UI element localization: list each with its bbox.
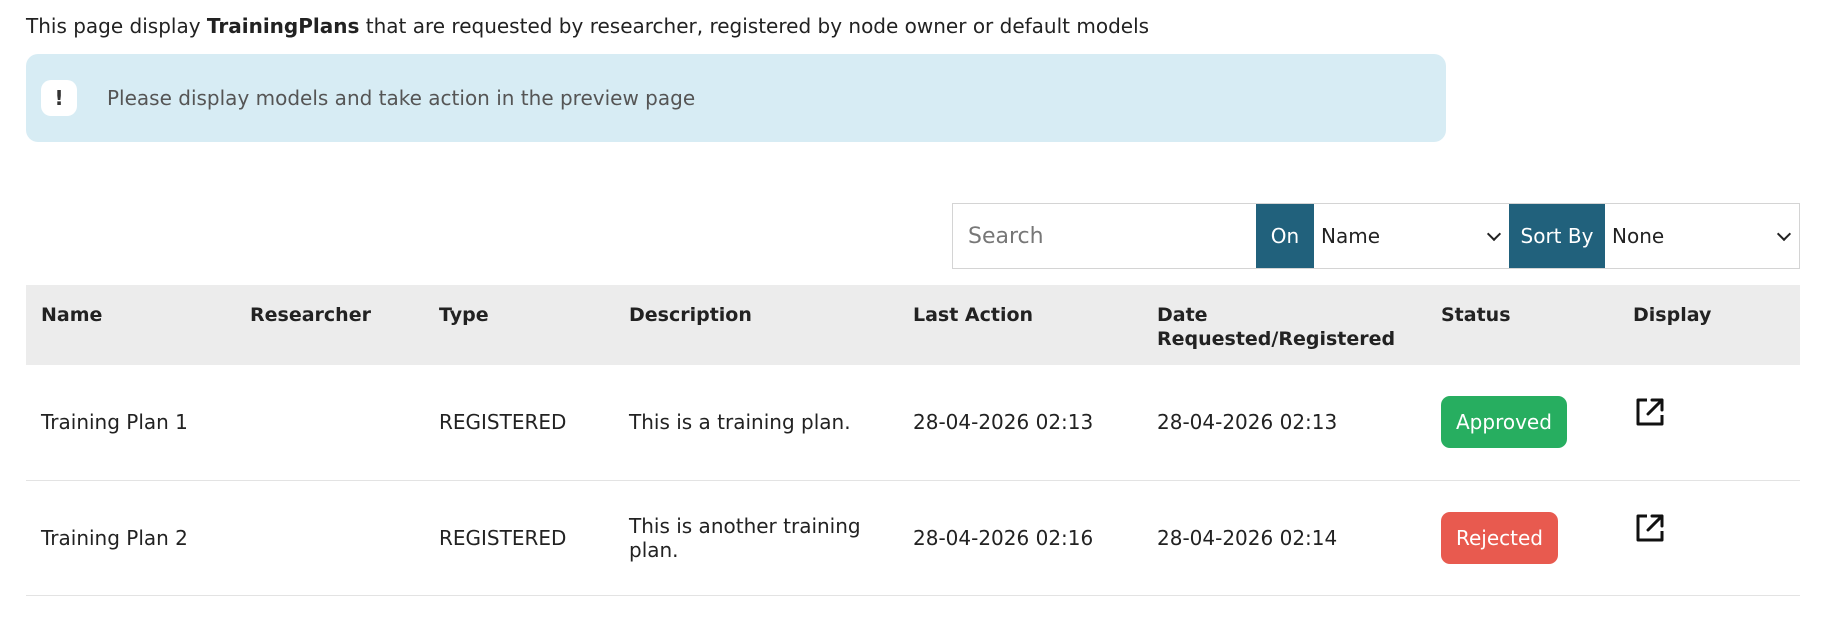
training-plans-table: Name Researcher Type Description Last Ac… (26, 285, 1800, 596)
info-alert: ! Please display models and take action … (26, 54, 1446, 142)
cell-type: REGISTERED (439, 525, 567, 550)
cell-researcher (235, 365, 424, 480)
page-intro: This page display TrainingPlans that are… (26, 14, 1149, 38)
search-input[interactable] (953, 204, 1256, 268)
cell-display (1618, 365, 1800, 480)
header-researcher[interactable]: Researcher (235, 285, 424, 365)
table-header-row: Name Researcher Type Description Last Ac… (26, 285, 1800, 365)
header-date-line2: Requested/Registered (1157, 328, 1396, 350)
intro-suffix: that are requested by researcher, regist… (359, 14, 1150, 38)
sort-by-value: None (1612, 224, 1665, 248)
cell-description: This is another training plan. (629, 513, 861, 562)
chevron-down-icon (1486, 226, 1502, 242)
sort-by-select[interactable]: None (1605, 204, 1799, 268)
header-name[interactable]: Name (26, 285, 235, 365)
cell-name: Training Plan 2 (41, 525, 188, 550)
search-on-label: On (1256, 204, 1314, 268)
header-display: Display (1633, 304, 1712, 326)
sort-by-label: Sort By (1509, 204, 1605, 268)
table-row: Training Plan 1 REGISTERED This is a tra… (26, 365, 1800, 480)
cell-last-action: 28-04-2026 02:13 (913, 410, 1094, 435)
status-badge: Approved (1441, 396, 1567, 449)
chevron-down-icon (1776, 226, 1792, 242)
header-description[interactable]: Description (614, 285, 898, 365)
intro-strong: TrainingPlans (206, 14, 360, 38)
alert-text: Please display models and take action in… (107, 86, 696, 110)
status-badge: Rejected (1441, 511, 1559, 564)
cell-display (1618, 480, 1800, 595)
exclamation-icon: ! (41, 80, 77, 116)
header-status[interactable]: Status (1426, 285, 1618, 365)
external-link-icon[interactable] (1633, 511, 1667, 545)
cell-date: 28-04-2026 02:13 (1157, 410, 1338, 435)
search-field-select[interactable]: Name (1314, 204, 1509, 268)
cell-researcher (235, 480, 424, 595)
cell-name: Training Plan 1 (41, 410, 188, 435)
table-row: Training Plan 2 REGISTERED This is anoth… (26, 480, 1800, 595)
header-date[interactable]: Date Requested/Registered (1142, 285, 1426, 365)
training-plans-page: This page display TrainingPlans that are… (0, 0, 1826, 619)
search-field-value: Name (1321, 224, 1381, 248)
cell-type: REGISTERED (439, 410, 567, 435)
header-date-line1: Date (1157, 304, 1208, 326)
filter-toolbar: On Name Sort By None (952, 203, 1800, 269)
cell-status: Rejected (1426, 480, 1618, 595)
external-link-icon[interactable] (1633, 395, 1667, 429)
cell-description: This is a training plan. (629, 410, 851, 435)
intro-prefix: This page display (26, 14, 207, 38)
cell-date: 28-04-2026 02:14 (1157, 525, 1338, 550)
cell-last-action: 28-04-2026 02:16 (913, 525, 1094, 550)
header-type[interactable]: Type (424, 285, 614, 365)
cell-status: Approved (1426, 365, 1618, 480)
header-last-action[interactable]: Last Action (898, 285, 1142, 365)
